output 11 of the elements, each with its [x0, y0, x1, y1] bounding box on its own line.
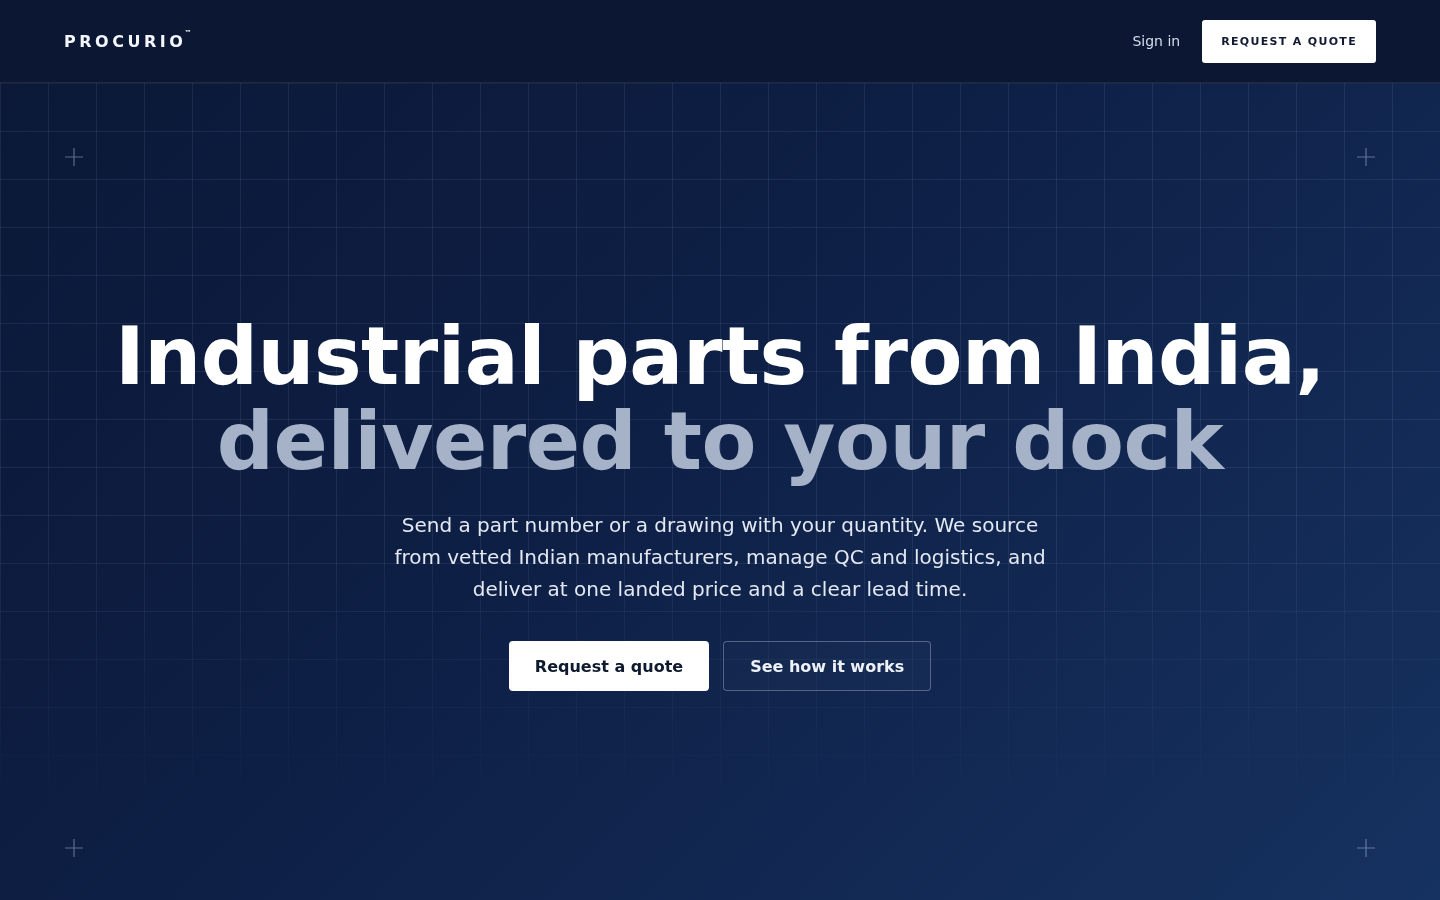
headline: Industrial parts from India, [114, 314, 1326, 399]
hero-description: Send a part number or a drawing with your quantity. We source from vetted Indian manufacturers, manage QC and logistics, and deliver at one landed price and a clear lead time. [393, 512, 1047, 603]
sign-in-link[interactable]: Sign in [1132, 33, 1181, 49]
plus-icon [65, 148, 83, 166]
request-quote-button[interactable]: Request a quote [508, 641, 710, 691]
brand-logo[interactable]: PROCURIO$^{™}$ [64, 32, 192, 50]
request-quote-button[interactable]: REQUEST A QUOTE [1202, 19, 1376, 63]
plus-icon [1357, 148, 1375, 166]
how-it-works-button[interactable]: See how it works [723, 641, 932, 691]
plus-icon [65, 839, 83, 857]
plus-icon [1357, 839, 1375, 857]
